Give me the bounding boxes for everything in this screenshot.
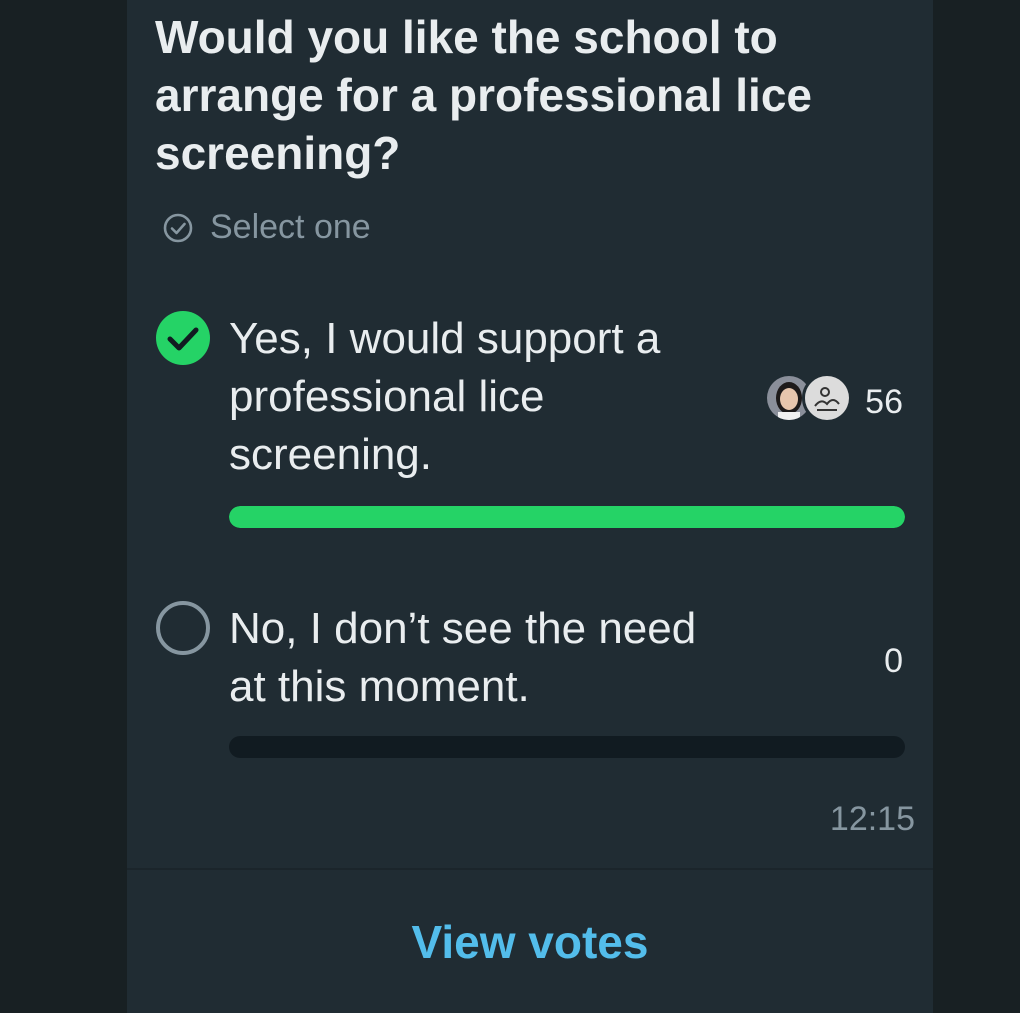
vote-progress-fill xyxy=(229,506,905,528)
voter-avatars[interactable] xyxy=(764,373,852,423)
divider xyxy=(127,868,933,870)
poll-option-no[interactable]: No, I don’t see the need at this moment.… xyxy=(155,600,915,770)
vote-progress-bar xyxy=(229,506,905,528)
check-circle-filled-icon[interactable] xyxy=(155,310,213,368)
message-timestamp: 12:15 xyxy=(829,800,915,838)
poll-option-label: Yes, I would support a professional lice… xyxy=(229,314,661,479)
view-votes-button[interactable]: View votes xyxy=(127,915,933,969)
select-hint-label: Select one xyxy=(210,208,371,246)
poll-option-label: No, I don’t see the need at this moment. xyxy=(229,604,697,711)
check-circle-outline-icon xyxy=(163,213,193,242)
chat-screen: Would you like the school to arrange for… xyxy=(0,0,1020,1013)
avatar xyxy=(802,373,852,423)
vote-count: 0 xyxy=(884,642,903,680)
radio-empty-icon[interactable] xyxy=(155,600,213,658)
select-hint: Select one xyxy=(162,208,371,247)
vote-progress-bar xyxy=(229,736,905,758)
poll-option-yes[interactable]: Yes, I would support a professional lice… xyxy=(155,310,915,540)
vote-count: 56 xyxy=(865,383,903,421)
poll-question: Would you like the school to arrange for… xyxy=(155,11,813,179)
